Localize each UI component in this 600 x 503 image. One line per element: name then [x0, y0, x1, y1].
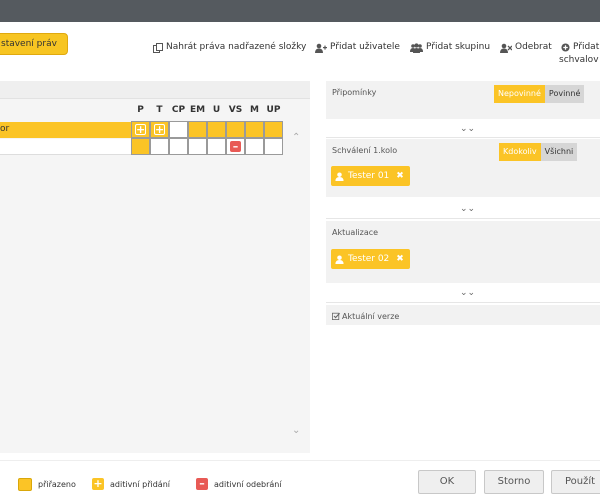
rights-row-label: or [0, 124, 10, 134]
add-approver-button[interactable]: Přidat schvalov [559, 42, 600, 65]
legend-added: + aditivní přidání [92, 478, 170, 490]
plus-icon: + [135, 123, 146, 136]
scroll-up-icon[interactable]: ⌃ [292, 132, 300, 143]
add-group-icon [410, 43, 423, 53]
remove-user-icon [500, 43, 512, 53]
add-user-icon [315, 43, 327, 53]
rights-cell-em[interactable] [188, 138, 207, 155]
rights-cell-u[interactable] [207, 138, 226, 155]
rights-cell-em[interactable] [188, 121, 207, 138]
section-approval-title: Schválení 1.kolo [332, 146, 398, 155]
chevron-down-icon: ⌄⌄ [460, 288, 476, 298]
remove-label: Odebrat [515, 42, 552, 52]
add-circle-icon [561, 43, 570, 52]
approver-chip[interactable]: Tester 02 ✖ [331, 249, 410, 269]
col-header-m: M [250, 105, 259, 115]
rights-cell-up[interactable] [264, 121, 283, 138]
legend-removed-label: aditivní odebrání [214, 479, 282, 489]
legend-assigned-label: přiřazeno [38, 480, 76, 489]
rights-cell-u[interactable] [207, 121, 226, 138]
toggle-optional[interactable]: Nepovinné [494, 85, 545, 103]
rights-cell-p[interactable]: + [131, 121, 150, 138]
rights-cell-vs[interactable]: – [226, 138, 245, 155]
remove-chip-icon[interactable]: ✖ [396, 166, 404, 186]
section-divider [326, 302, 600, 303]
chevron-down-icon: ⌄⌄ [460, 124, 476, 134]
user-icon [335, 171, 344, 181]
tab-rights-settings[interactable]: stavení práv [0, 33, 68, 55]
scroll-down-icon[interactable]: ⌄ [292, 425, 300, 436]
minus-icon: – [196, 478, 208, 490]
rights-cell-t[interactable] [150, 138, 169, 155]
rights-cell-cp[interactable] [169, 121, 188, 138]
rights-panel-header [0, 81, 310, 99]
rights-cell-m[interactable] [245, 121, 264, 138]
section-current-version: Aktuální verze [326, 305, 600, 325]
section-update-title: Aktualizace [332, 228, 379, 237]
col-header-u: U [212, 105, 221, 115]
window-titlebar [0, 0, 600, 22]
minus-icon: – [230, 141, 241, 152]
dialog-footer: přiřazeno + aditivní přidání – aditivní … [0, 460, 600, 503]
add-approver-label: Přidat [573, 42, 600, 52]
toggle-mandatory[interactable]: Povinné [544, 85, 585, 103]
chevron-down-icon: ⌄⌄ [460, 204, 476, 214]
rights-cell-p[interactable] [131, 138, 150, 155]
section-comments: Připomínky Nepovinné Povinné [326, 81, 600, 119]
col-header-up: UP [266, 105, 281, 115]
rights-cell-up[interactable] [264, 138, 283, 155]
section-divider [326, 137, 600, 138]
section-approval-round1: Schválení 1.kolo Kdokoliv Všichni Tester… [326, 139, 600, 197]
rights-row[interactable] [0, 139, 131, 155]
approver-name: Tester 02 [348, 254, 390, 264]
approver-chip[interactable]: Tester 01 ✖ [331, 166, 410, 186]
toggle-anyone[interactable]: Kdokoliv [499, 143, 541, 161]
section-current-version-title: Aktuální verze [342, 312, 400, 321]
add-group-button[interactable]: Přidat skupinu [410, 42, 490, 53]
col-header-cp: CP [171, 105, 186, 115]
toggle-all[interactable]: Všichni [540, 143, 578, 161]
remove-chip-icon[interactable]: ✖ [396, 249, 404, 269]
rights-cell-vs[interactable] [226, 121, 245, 138]
col-header-vs: VS [228, 105, 243, 115]
copy-rights-icon [153, 43, 163, 53]
add-user-label: Přidat uživatele [330, 42, 400, 52]
legend-added-label: aditivní přidání [110, 479, 170, 489]
section-update: Aktualizace Tester 02 ✖ [326, 221, 600, 283]
apply-button[interactable]: Použít [551, 470, 600, 494]
user-icon [335, 254, 344, 264]
ok-button[interactable]: OK [418, 470, 476, 494]
approval-toggle: Kdokoliv Všichni [499, 143, 578, 161]
section-divider [326, 218, 600, 219]
rights-cell-cp[interactable] [169, 138, 188, 155]
toolbar: Nahrát práva nadřazené složky Přidat uži… [150, 40, 600, 74]
legend-assigned-swatch [18, 478, 32, 491]
rights-cell-t[interactable]: + [150, 121, 169, 138]
approver-name: Tester 01 [348, 171, 390, 181]
legend-removed: – aditivní odebrání [196, 478, 282, 490]
comments-toggle: Nepovinné Povinné [494, 85, 585, 103]
cancel-button[interactable]: Storno [484, 470, 544, 494]
plus-icon: + [92, 477, 104, 490]
col-header-em: EM [189, 105, 206, 115]
col-header-p: P [137, 105, 144, 115]
copy-parent-rights-button[interactable]: Nahrát práva nadřazené složky [153, 42, 306, 53]
legend-assigned: přiřazeno [18, 478, 76, 491]
add-approver-label-line2: schvalov [559, 55, 599, 65]
section-comments-title: Připomínky [332, 88, 377, 97]
rights-row-selected[interactable]: or [0, 122, 131, 138]
add-group-label: Přidat skupinu [426, 42, 491, 52]
check-square-icon [332, 312, 340, 320]
approval-panel: Připomínky Nepovinné Povinné ⌄⌄ Schválen… [326, 81, 600, 453]
rights-cell-m[interactable] [245, 138, 264, 155]
plus-icon: + [154, 123, 165, 136]
col-header-t: T [156, 105, 163, 115]
copy-parent-rights-label: Nahrát práva nadřazené složky [166, 42, 307, 52]
add-user-button[interactable]: Přidat uživatele [315, 42, 400, 53]
remove-button[interactable]: Odebrat [500, 42, 552, 53]
